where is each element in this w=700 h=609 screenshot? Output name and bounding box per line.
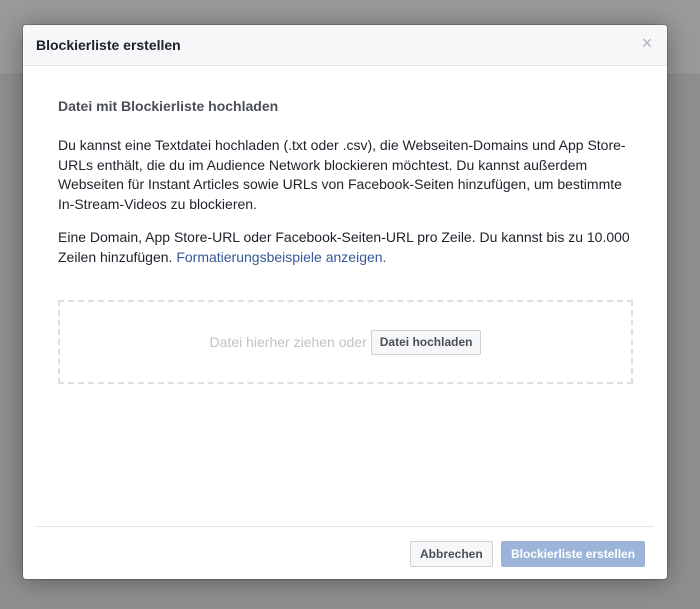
footer-divider: [35, 526, 654, 527]
dropzone-hint: Datei hierher ziehen oder: [209, 334, 367, 350]
cancel-button[interactable]: Abbrechen: [410, 541, 493, 567]
dialog-header: Blockierliste erstellen ×: [23, 25, 667, 66]
file-dropzone[interactable]: Datei hierher ziehen oder Datei hochlade…: [58, 300, 633, 384]
close-icon[interactable]: ×: [639, 34, 655, 52]
dialog-title: Blockierliste erstellen: [36, 37, 181, 53]
create-blocklist-button[interactable]: Blockierliste erstellen: [501, 541, 646, 567]
create-blocklist-dialog: Blockierliste erstellen × Datei mit Bloc…: [23, 25, 667, 579]
description-paragraph: Du kannst eine Textdatei hochladen (.txt…: [58, 137, 626, 212]
section-title: Datei mit Blockierliste hochladen: [58, 98, 279, 114]
dialog-body: Datei mit Blockierliste hochladen Du kan…: [58, 98, 633, 281]
formatting-examples-link[interactable]: Formatierungsbeispiele anzeigen.: [176, 249, 386, 265]
limit-paragraph: Eine Domain, App Store-URL oder Facebook…: [58, 228, 633, 267]
upload-file-button[interactable]: Datei hochladen: [370, 329, 482, 355]
